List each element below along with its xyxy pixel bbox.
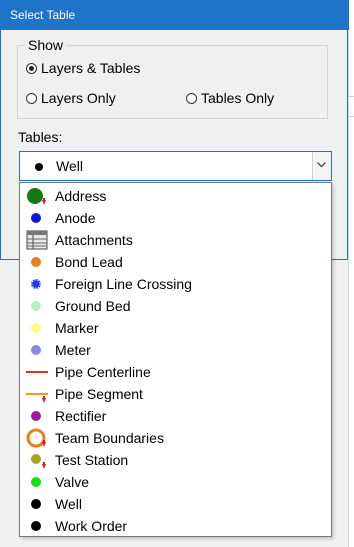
table-list-item[interactable]: Foreign Line Crossing <box>20 273 331 295</box>
radio-label: Layers Only <box>41 90 116 106</box>
table-list-item-label: Anode <box>55 210 96 226</box>
table-list-item[interactable]: Rectifier <box>20 405 331 427</box>
pipe-centerline-icon <box>26 361 50 383</box>
test-station-icon <box>26 449 50 471</box>
table-list-item[interactable]: Pipe Centerline <box>20 361 331 383</box>
radio-layers-and-tables[interactable]: Layers & Tables <box>26 60 140 76</box>
background-divider <box>348 116 354 117</box>
well-icon <box>35 163 43 171</box>
dropdown-button[interactable] <box>312 152 331 180</box>
radio-layers-only[interactable]: Layers Only <box>26 90 116 106</box>
table-list-item-label: Attachments <box>55 232 133 248</box>
radio-label: Layers & Tables <box>41 60 141 76</box>
table-list-item-label: Meter <box>55 342 91 358</box>
dialog-title: Select Table <box>10 8 76 22</box>
table-list-item-label: Team Boundaries <box>55 430 164 446</box>
table-list-item[interactable]: Test Station <box>20 449 331 471</box>
address-icon <box>26 185 50 207</box>
table-list-item[interactable]: Pipe Segment <box>20 383 331 405</box>
table-list-item[interactable]: Ground Bed <box>20 295 331 317</box>
table-list-item-label: Well <box>55 496 82 512</box>
table-list-item-label: Valve <box>55 474 89 490</box>
table-list-item[interactable]: Work Order <box>20 515 331 537</box>
radio-selected-indicator <box>26 62 37 74</box>
table-list-item[interactable]: Attachments <box>20 229 331 251</box>
rectifier-icon <box>26 405 50 427</box>
table-list-item[interactable]: Well <box>20 493 331 515</box>
chevron-down-icon <box>317 162 326 168</box>
bond-lead-icon <box>26 251 50 273</box>
table-list-item-label: Work Order <box>55 518 128 534</box>
table-list-item-label: Pipe Segment <box>55 386 143 402</box>
pipe-segment-icon <box>26 383 50 405</box>
anode-icon <box>26 207 50 229</box>
table-list-item-label: Pipe Centerline <box>55 364 151 380</box>
table-list-item[interactable]: Marker <box>20 317 331 339</box>
table-list-item-label: Bond Lead <box>55 254 123 270</box>
radio-indicator <box>26 92 37 104</box>
show-groupbox <box>17 45 328 119</box>
background-divider <box>348 96 354 97</box>
work-order-icon <box>26 515 50 537</box>
foreign-line-crossing-icon <box>26 273 50 295</box>
tables-dropdown-list: Address Anode Attachments Bond Lead Foreign … <box>19 182 332 537</box>
tables-combobox[interactable]: Well <box>19 151 332 181</box>
valve-icon <box>26 471 50 493</box>
table-list-item-label: Test Station <box>55 452 129 468</box>
table-list-item-label: Address <box>55 188 107 204</box>
table-list-item[interactable]: Meter <box>20 339 331 361</box>
table-list-item[interactable]: Anode <box>20 207 331 229</box>
table-list-item[interactable]: Team Boundaries <box>20 427 331 449</box>
radio-indicator <box>186 92 197 104</box>
table-list-item-label: Marker <box>55 320 99 336</box>
marker-icon <box>26 317 50 339</box>
background-window-edge <box>348 0 354 547</box>
table-list-item[interactable]: Valve <box>20 471 331 493</box>
meter-icon <box>26 339 50 361</box>
tables-label: Tables: <box>18 129 63 145</box>
table-list-item[interactable]: Bond Lead <box>20 251 331 273</box>
team-boundaries-icon <box>26 427 50 449</box>
attachments-table-icon <box>26 229 50 251</box>
well-icon <box>26 493 50 515</box>
dialog-titlebar: Select Table <box>1 0 349 30</box>
show-group-label: Show <box>25 37 67 53</box>
ground-bed-icon <box>26 295 50 317</box>
radio-tables-only[interactable]: Tables Only <box>186 90 274 106</box>
table-list-item[interactable]: Address <box>20 185 331 207</box>
combobox-selected-value: Well <box>56 158 83 174</box>
table-list-item-label: Foreign Line Crossing <box>55 276 192 292</box>
radio-label: Tables Only <box>201 90 275 106</box>
table-list-item-label: Rectifier <box>55 408 107 424</box>
table-list-item-label: Ground Bed <box>55 298 131 314</box>
